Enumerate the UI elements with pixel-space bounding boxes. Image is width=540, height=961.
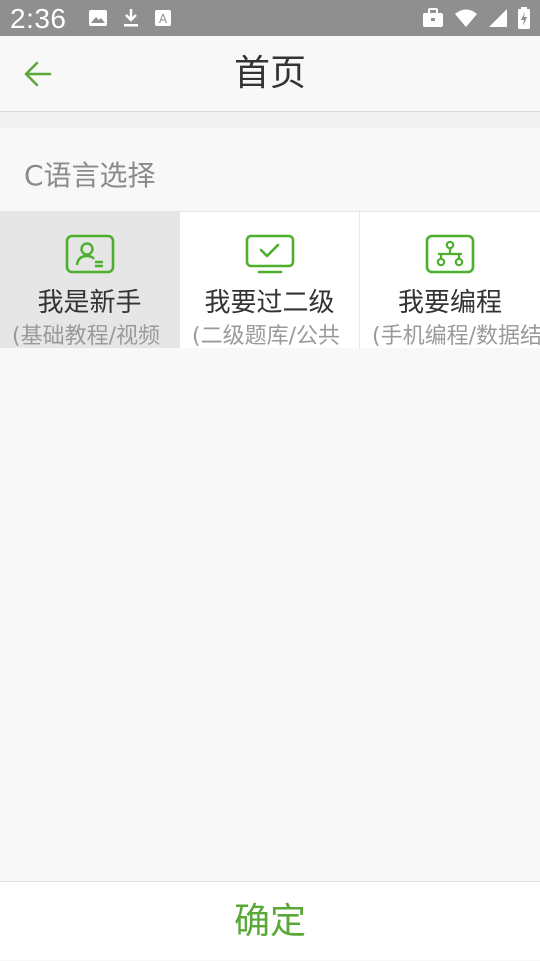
battery-charging-icon — [518, 7, 530, 29]
option-level-two[interactable]: 我要过二级 (二级题库/公共 — [180, 212, 360, 348]
option-title: 我是新手 — [37, 288, 142, 318]
briefcase-icon — [422, 8, 444, 28]
language-section-header: C语言选择 — [0, 128, 540, 212]
monitor-check-icon — [245, 234, 294, 274]
bottom-bar: 确定 — [0, 881, 540, 960]
user-card-icon — [65, 234, 114, 274]
status-time: 2:36 — [10, 3, 67, 34]
option-subtitle: (基础教程/视频 — [12, 324, 160, 348]
status-bar: 2:36 A — [0, 0, 540, 36]
network-icon — [425, 234, 475, 274]
download-icon — [122, 8, 140, 28]
keyboard-a-icon: A — [154, 8, 172, 28]
option-title: 我要编程 — [397, 288, 502, 318]
option-programming[interactable]: 我要编程 (手机编程/数据结 — [360, 212, 540, 348]
option-subtitle: (二级题库/公共 — [192, 324, 340, 348]
signal-icon — [488, 8, 508, 28]
section-spacer — [0, 112, 540, 128]
section-label: C语言选择 — [24, 159, 156, 192]
option-title: 我要过二级 — [204, 288, 335, 318]
image-icon — [88, 8, 108, 28]
page-title: 首页 — [233, 53, 306, 94]
status-system-icons — [422, 6, 530, 30]
svg-text:A: A — [159, 12, 168, 26]
app-bar: 首页 — [0, 36, 540, 112]
status-notification-icons: A — [88, 8, 172, 28]
wifi-icon — [454, 8, 478, 28]
option-subtitle: (手机编程/数据结 — [372, 324, 540, 348]
confirm-button[interactable]: 确定 — [0, 882, 540, 961]
option-beginner[interactable]: 我是新手 (基础教程/视频 — [0, 212, 180, 348]
option-grid: 我是新手 (基础教程/视频 我要过二级 (二级题库/公共 我要编程 (手机编程/… — [0, 211, 540, 348]
